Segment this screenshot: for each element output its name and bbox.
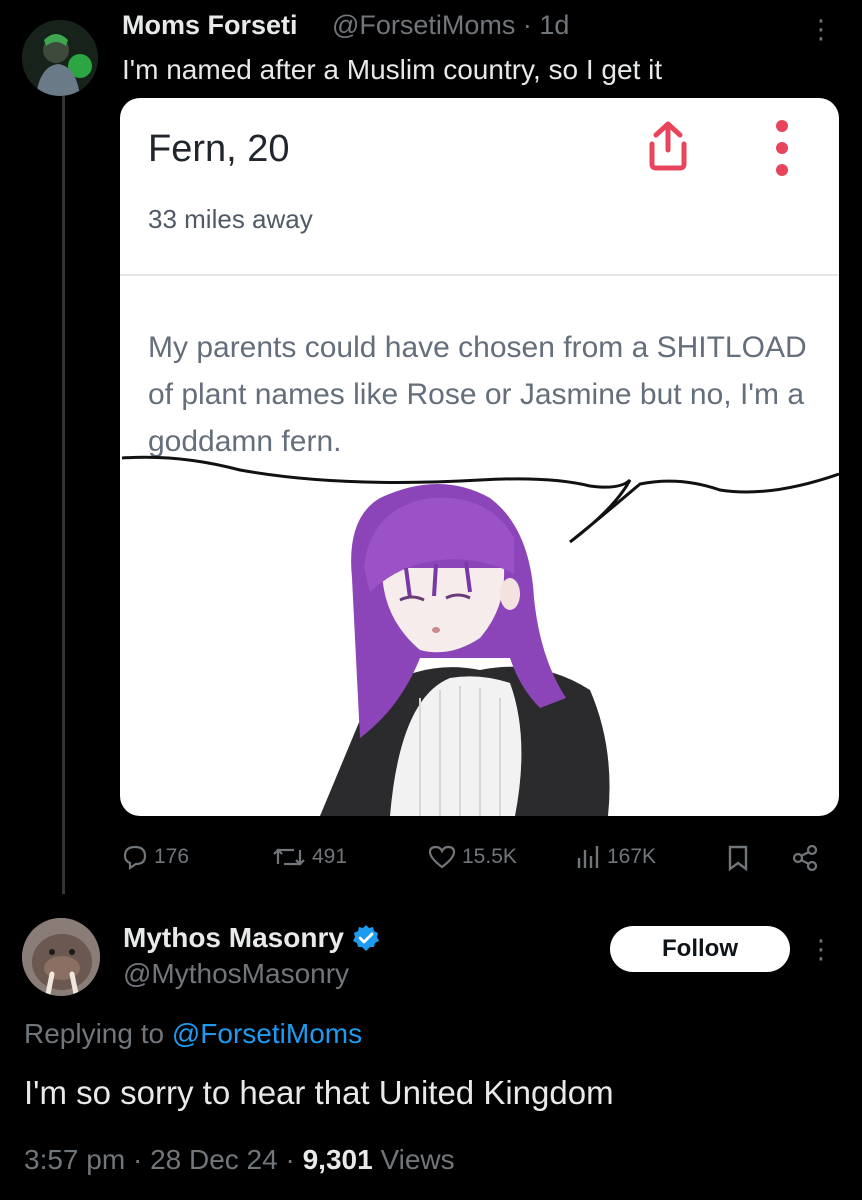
follow-button[interactable]: Follow — [610, 926, 790, 972]
retweet-icon — [273, 848, 305, 866]
tweet1-media-image[interactable]: Fern, 20 33 miles away My parents could … — [120, 98, 839, 816]
tweet2-handle[interactable]: @MythosMasonry — [123, 958, 349, 990]
like-count: 15.5K — [462, 845, 517, 868]
tweet2-date[interactable]: 28 Dec 24 — [150, 1144, 278, 1175]
thread-connector-line — [62, 96, 65, 894]
tweet2-time[interactable]: 3:57 pm — [24, 1144, 125, 1175]
views-button[interactable]: 167K — [575, 844, 656, 870]
replying-to-line: Replying to @ForsetiMoms — [24, 1018, 362, 1050]
tweet2-display-name-text: Mythos Masonry — [123, 922, 344, 953]
bookmark-icon — [728, 845, 748, 872]
tweet2-display-name[interactable]: Mythos Masonry — [123, 922, 380, 954]
reply-button[interactable]: 176 — [122, 844, 189, 870]
avatar-icon — [22, 20, 98, 96]
speech-bubble-and-character-illustration — [121, 455, 839, 816]
tweet2-text: I'm so sorry to hear that United Kingdom — [24, 1074, 614, 1111]
share-icon — [792, 844, 818, 872]
replying-to-prefix: Replying to — [24, 1018, 165, 1049]
views-count: 167K — [607, 845, 657, 868]
meta-separator: · — [285, 1144, 295, 1175]
moms-forseti-avatar[interactable] — [22, 20, 98, 96]
retweet-button[interactable]: 491 — [272, 844, 347, 870]
mythos-masonry-avatar[interactable] — [22, 918, 100, 996]
reply-icon — [123, 845, 147, 870]
bookmark-button[interactable] — [726, 844, 750, 872]
tweet1-display-name[interactable]: Moms Forseti — [122, 10, 298, 41]
meta-separator: · — [132, 1144, 143, 1175]
tweet1-text: I'm named after a Muslim country, so I g… — [122, 54, 663, 85]
views-chart-icon — [577, 846, 599, 868]
heart-icon — [428, 845, 456, 869]
replying-to-handle-link[interactable]: @ForsetiMoms — [172, 1018, 362, 1049]
share-button[interactable] — [790, 844, 822, 872]
tweet2-views-label: Views — [380, 1144, 455, 1175]
tweet1-more-options-icon[interactable]: ⋮ — [808, 16, 834, 42]
verified-badge-icon — [352, 925, 379, 951]
retweet-count: 491 — [312, 845, 348, 868]
like-button[interactable]: 15.5K — [428, 844, 517, 870]
reply-count: 176 — [154, 845, 190, 868]
walrus-avatar-icon — [22, 918, 100, 996]
tweet2-metadata: 3:57 pm · 28 Dec 24 · 9,301 Views — [24, 1144, 455, 1176]
tweet2-more-options-icon[interactable]: ⋮ — [808, 936, 834, 962]
tweet2-views-count: 9,301 — [302, 1144, 373, 1175]
tweet1-handle-and-time[interactable]: @ForsetiMoms · 1d — [332, 10, 569, 41]
